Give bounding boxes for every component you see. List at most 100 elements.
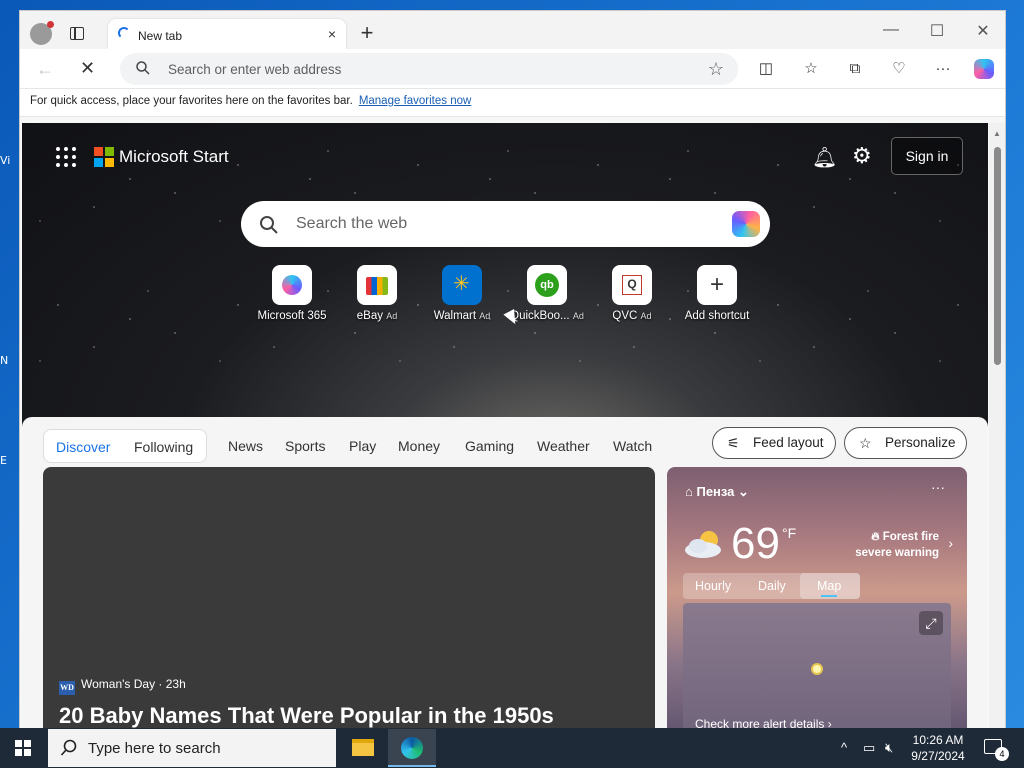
browser-essentials-icon[interactable]: ♡ <box>889 59 909 79</box>
tab-hourly[interactable]: Hourly <box>695 579 731 593</box>
browser-toolbar: ← ✕ Search or enter web address ☆ ◫ ☆ ⧉ … <box>20 49 1005 89</box>
sign-in-button[interactable]: Sign in <box>891 137 963 175</box>
tab-new-tab[interactable]: New tab × <box>108 19 346 49</box>
collections-icon[interactable]: ⧉ <box>845 59 865 79</box>
microsoft-logo-icon <box>94 147 114 167</box>
gear-icon[interactable]: ⚙ <box>852 143 872 169</box>
favorites-icon[interactable]: ☆ <box>801 59 821 79</box>
ad-badge: Ad <box>572 311 584 321</box>
close-tab-icon[interactable]: × <box>324 26 340 42</box>
weather-alert[interactable]: 🔥︎ Forest fire severe warning <box>855 529 939 561</box>
page-scrollbar[interactable]: ▲ <box>989 123 1005 729</box>
nav-sports[interactable]: Sports <box>285 438 325 454</box>
address-placeholder: Search or enter web address <box>168 62 342 77</box>
system-clock[interactable]: 10:26 AM 9/27/2024 <box>898 732 978 764</box>
shortcut-label: QVC <box>612 310 638 322</box>
stop-loading-icon[interactable]: ✕ <box>80 58 95 79</box>
shortcut-walmart[interactable]: ✳ Walmart Ad <box>422 265 502 322</box>
clock-time: 10:26 AM <box>912 733 964 747</box>
nav-watch[interactable]: Watch <box>613 438 652 454</box>
minimize-button[interactable]: — <box>876 21 906 39</box>
quickbooks-icon: qb <box>527 265 567 305</box>
nav-weather[interactable]: Weather <box>537 438 590 454</box>
taskbar-search[interactable]: Type here to search <box>48 729 336 767</box>
nav-money[interactable]: Money <box>398 438 440 454</box>
home-icon: ⌂ <box>685 484 697 499</box>
scroll-up-icon[interactable]: ▲ <box>993 129 1001 138</box>
tab-discover[interactable]: Discover <box>56 439 110 455</box>
fire-icon: 🔥︎ <box>871 531 883 543</box>
tab-actions-icon[interactable] <box>70 27 84 40</box>
temperature: 69 <box>731 519 780 568</box>
qvc-icon: Q <box>612 265 652 305</box>
close-window-button[interactable]: ✕ <box>968 21 998 41</box>
notification-count: 4 <box>995 747 1009 761</box>
alert-title: Forest fire <box>882 531 939 543</box>
sparkle-star-icon: ☆ <box>859 435 872 451</box>
favorite-star-icon[interactable]: ☆ <box>708 59 724 80</box>
new-tab-button[interactable]: + <box>355 22 379 46</box>
web-search-box[interactable]: Search the web <box>241 201 770 247</box>
shortcut-ebay[interactable]: eBay Ad <box>337 265 417 322</box>
back-arrow-icon[interactable]: ← <box>36 59 54 80</box>
edge-window: New tab × + — ☐ ✕ ← ✕ Search or enter we… <box>19 10 1006 730</box>
desktop-icon-label[interactable]: E <box>0 454 20 467</box>
desktop-icon-label[interactable]: N <box>0 354 20 367</box>
app-launcher-icon[interactable] <box>56 147 76 167</box>
notifications-icon[interactable]: 4 <box>984 739 1009 761</box>
tab-map[interactable]: Map <box>817 579 841 593</box>
weather-map[interactable]: ⤢ Check more alert details › <box>683 603 951 729</box>
temperature-unit[interactable]: °F <box>782 525 796 541</box>
feed-mode-toggle: Discover Following <box>43 429 207 463</box>
location-marker-icon <box>811 663 823 675</box>
card-source: WD Woman's Day · 23h <box>59 677 186 695</box>
loading-icon <box>118 27 130 39</box>
weather-location[interactable]: ⌂ Пенза ⌄ <box>685 484 749 500</box>
maximize-button[interactable]: ☐ <box>922 21 952 41</box>
scrollbar-thumb[interactable] <box>994 147 1001 365</box>
brand-title[interactable]: Microsoft Start <box>119 147 229 167</box>
personalize-label: Personalize <box>885 435 956 450</box>
personalize-button[interactable]: ☆ Personalize <box>844 427 967 459</box>
search-icon <box>136 61 150 75</box>
edge-taskbar-icon[interactable] <box>388 729 436 767</box>
address-bar[interactable]: Search or enter web address ☆ <box>120 53 738 85</box>
taskbar-search-placeholder: Type here to search <box>88 740 221 757</box>
news-card[interactable]: WD Woman's Day · 23h 20 Baby Names That W… <box>43 467 655 729</box>
copilot-icon[interactable] <box>974 59 994 79</box>
network-icon[interactable]: ▭ <box>863 740 875 756</box>
tab-following[interactable]: Following <box>134 439 193 455</box>
more-menu-icon[interactable]: ··· <box>933 59 953 79</box>
shortcut-qvc[interactable]: Q QVC Ad <box>592 265 672 322</box>
weather-card[interactable]: ⌂ Пенза ⌄ ··· 69 °F 🔥︎ Forest fire severe… <box>667 467 967 729</box>
nav-play[interactable]: Play <box>349 438 376 454</box>
copilot-icon[interactable] <box>732 211 760 237</box>
feed-layout-button[interactable]: ⚟ Feed layout <box>712 427 836 459</box>
plus-icon: + <box>697 265 737 305</box>
shortcut-microsoft-365[interactable]: Microsoft 365 <box>252 265 332 322</box>
nav-gaming[interactable]: Gaming <box>465 438 514 454</box>
split-screen-icon[interactable]: ◫ <box>756 59 776 79</box>
windows-start-icon[interactable] <box>15 740 31 756</box>
volume-muted-icon[interactable]: 🔇︎ <box>885 740 893 756</box>
tab-daily[interactable]: Daily <box>758 579 786 593</box>
nav-news[interactable]: News <box>228 438 263 454</box>
ms-start-header: Microsoft Start 🔔︎ ⚙ Sign in <box>22 123 988 187</box>
expand-icon[interactable]: ⤢ <box>919 611 943 635</box>
bell-icon[interactable]: 🔔︎ <box>812 145 837 170</box>
card-headline[interactable]: 20 Baby Names That Were Popular in the 1… <box>59 703 554 729</box>
tab-title: New tab <box>138 29 183 43</box>
tab-strip: New tab × + — ☐ ✕ <box>20 11 1005 49</box>
desktop-icon-label[interactable]: Vi <box>0 154 20 167</box>
microsoft-365-icon <box>272 265 312 305</box>
file-explorer-icon[interactable] <box>338 729 386 767</box>
manage-favorites-link[interactable]: Manage favorites now <box>359 95 472 107</box>
more-options-icon[interactable]: ··· <box>931 479 945 495</box>
chevron-up-icon[interactable]: ^ <box>841 740 847 755</box>
chevron-right-icon[interactable]: › <box>948 535 953 551</box>
walmart-icon: ✳ <box>442 265 482 305</box>
shortcut-quickbooks[interactable]: qb QuickBoo... Ad <box>507 265 587 322</box>
search-icon <box>260 216 278 234</box>
profile-avatar[interactable] <box>30 21 54 45</box>
shortcut-add[interactable]: + Add shortcut <box>677 265 757 322</box>
